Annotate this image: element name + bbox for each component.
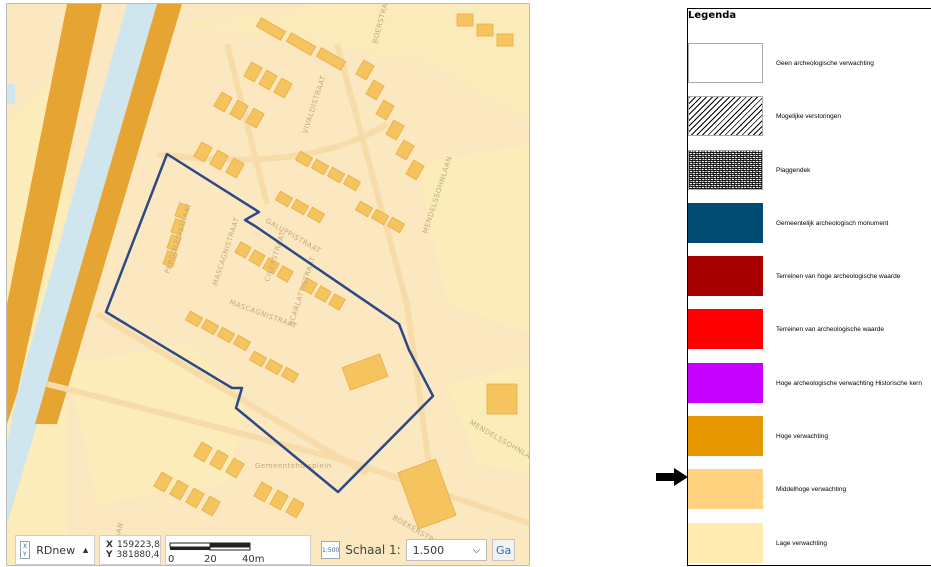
legend-item: Plaggendek — [688, 150, 931, 190]
legend-swatch — [688, 150, 763, 190]
legend-label: Middelhoge verwachting — [776, 485, 847, 493]
legend-swatch — [688, 256, 763, 296]
legend-swatch — [688, 469, 763, 509]
legend-swatch — [688, 96, 763, 136]
legend-item: Hoge verwachting — [688, 416, 931, 456]
legend-item: Middelhoge verwachting — [688, 469, 931, 509]
legend-swatch — [688, 43, 763, 83]
legend-swatch — [688, 416, 763, 456]
go-button[interactable]: Ga — [492, 539, 515, 561]
caret-up-icon[interactable]: ▲ — [81, 545, 90, 555]
scale-select-value: 1.500 — [412, 543, 445, 557]
legend-label: Hoge verwachting — [776, 432, 829, 440]
scale-control: 1:500 Schaal 1: 1.500 ⌵ Ga — [315, 535, 515, 565]
legend-panel: Legenda Geen archeologische verwachting M… — [687, 8, 931, 566]
arrow-right-icon — [656, 468, 688, 486]
legend-title: Legenda — [688, 10, 737, 21]
legend-item: Terreinen van archeologische waarde — [688, 309, 931, 349]
scale-label: Schaal 1: — [345, 543, 401, 557]
legend-item: Gemeentelijk archeologisch monument — [688, 203, 931, 243]
legend-item: Terreinen van hoge archeologische waarde — [688, 256, 931, 296]
legend-item: Lage verwachting — [688, 523, 931, 563]
legend-item: Hoge archeologische verwachting Historis… — [688, 363, 931, 403]
scale-tick-label: 0 — [168, 554, 174, 565]
legend-swatch — [688, 523, 763, 563]
scale-tick-label: 40m — [242, 554, 264, 565]
legend-label: Gemeentelijk archeologisch monument — [776, 219, 889, 227]
x-coordinate: X 159223,82 — [106, 540, 161, 550]
street-label: Gemeentehuisplein — [255, 462, 332, 470]
legend-label: Mogelijke verstoringen — [776, 112, 842, 120]
chevron-down-icon: ⌵ — [472, 544, 481, 556]
map-toolbar: X Y RDnew ▲ X 159223,82 Y 381880,48 0 20 4… — [15, 535, 515, 565]
legend-label: Plaggendek — [776, 166, 811, 174]
crs-label: RDnew — [36, 543, 76, 557]
crs-icon-y: Y — [23, 551, 27, 558]
legend-label: Geen archeologische verwachting — [776, 59, 874, 67]
legend-label: Terreinen van archeologische waarde — [776, 325, 885, 333]
legend-label: Hoge archeologische verwachting Historis… — [776, 379, 922, 387]
legend-swatch — [688, 363, 763, 403]
y-coordinate: Y 381880,48 — [106, 550, 161, 560]
legend-label: Terreinen van hoge archeologische waarde — [776, 272, 901, 280]
crs-icon: X Y — [20, 541, 31, 559]
scale-icon[interactable]: 1:500 — [321, 541, 341, 559]
map-viewer[interactable]: BOERSTRAAT VIVALDISTRAAT MENDELSSOHNLAAN… — [6, 3, 530, 566]
legend-swatch — [688, 203, 763, 243]
legend-item: Mogelijke verstoringen — [688, 96, 931, 136]
coordinate-readout: X 159223,82 Y 381880,48 — [99, 535, 161, 565]
scale-select[interactable]: 1.500 ⌵ — [405, 539, 488, 561]
scale-tick-label: 20 — [204, 554, 217, 565]
crs-selector[interactable]: X Y RDnew ▲ — [15, 535, 95, 565]
scale-bar: 0 20 40m — [165, 535, 311, 565]
map-canvas[interactable]: BOERSTRAAT VIVALDISTRAAT MENDELSSOHNLAAN… — [7, 4, 530, 566]
legend-label: Lage verwachting — [776, 539, 827, 547]
crs-icon-x: X — [23, 543, 28, 550]
legend-swatch — [688, 309, 763, 349]
legend-item: Geen archeologische verwachting — [688, 43, 931, 83]
